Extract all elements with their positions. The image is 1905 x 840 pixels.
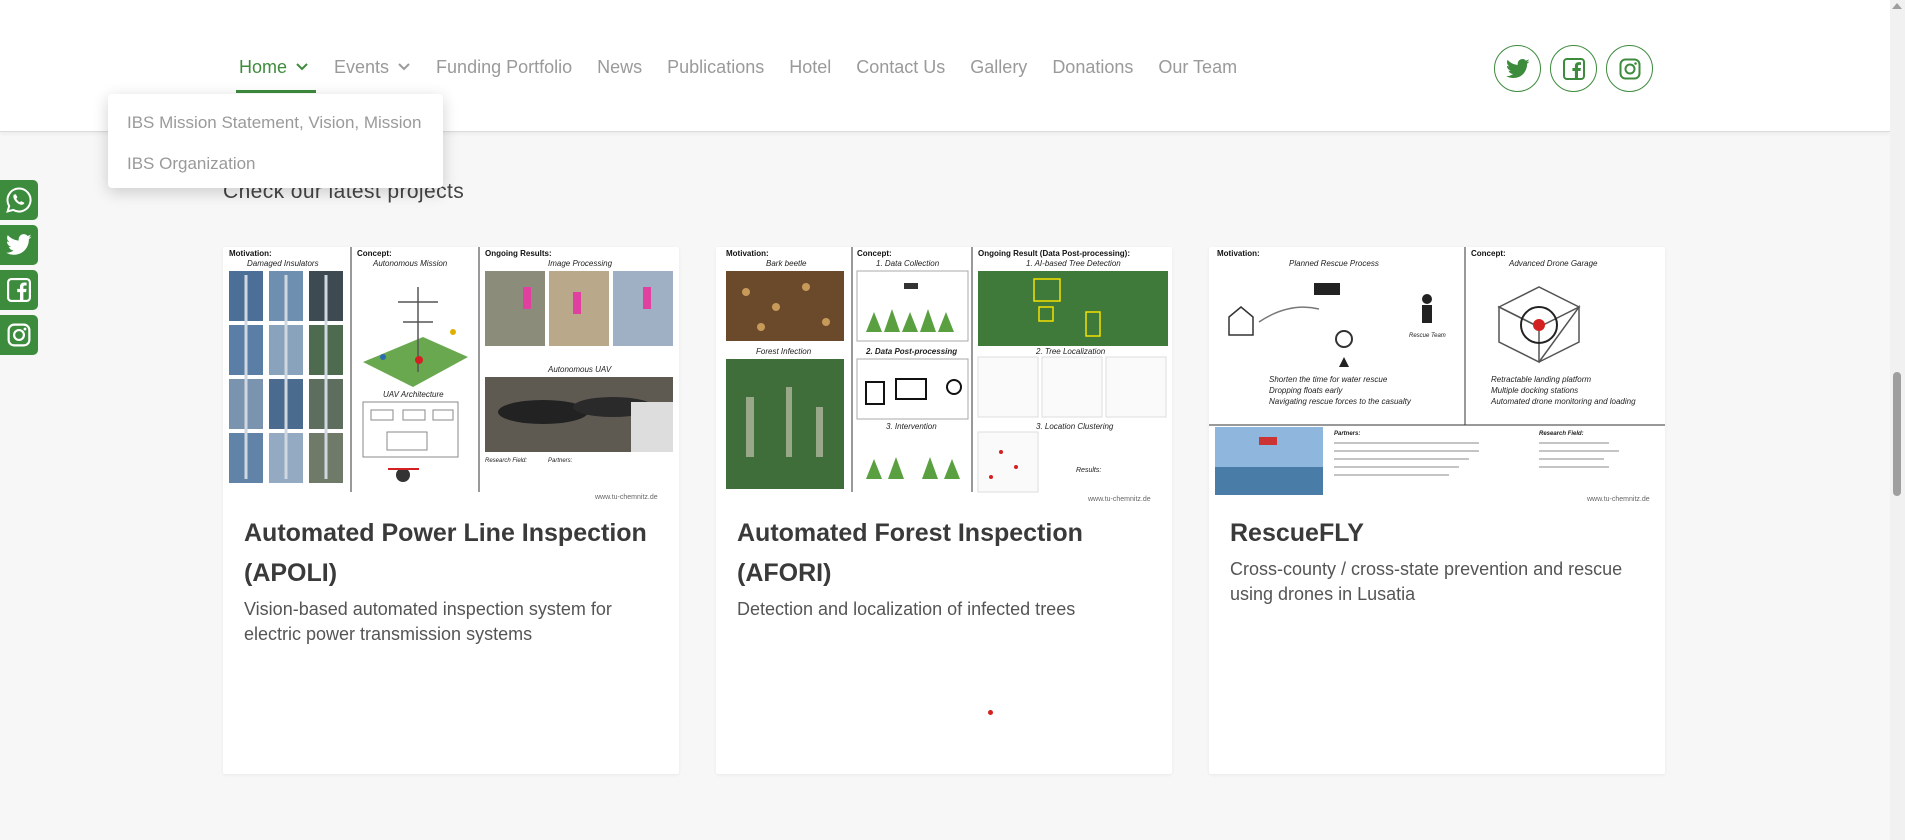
side-instagram-button[interactable] [0,315,38,355]
nav-item-label: Events [334,56,390,77]
project-card-rescuefly[interactable]: Motivation: Concept: Planned Rescue Proc… [1209,247,1665,774]
image-label: Motivation: [726,249,769,258]
instagram-icon [7,323,31,347]
image-label: Multiple docking stations [1491,386,1578,395]
project-image-rescuefly[interactable]: Motivation: Concept: Planned Rescue Proc… [1209,247,1665,504]
project-card-afori[interactable]: Motivation: Concept: Ongoing Result (Dat… [716,247,1172,774]
nav-item-label: Hotel [789,56,832,77]
image-footer: www.tu-chemnitz.de [594,494,658,501]
nav-item-label: Home [239,56,288,77]
image-footer: www.tu-chemnitz.de [1586,496,1650,503]
nav-item-label: Our Team [1158,56,1238,77]
card-description: Detection and localization of infected t… [737,599,1076,619]
image-label: Concept: [357,249,392,258]
image-label: Dropping floats early [1269,386,1343,395]
card-title[interactable]: Automated Power Line Inspection (APOLI) [244,513,664,593]
project-image-apoli[interactable]: Motivation: Concept: Ongoing Results: Da… [223,247,679,504]
nav-item-label: Donations [1052,56,1134,77]
nav-item-hotel[interactable]: Hotel [789,52,831,82]
nav-item-label: Gallery [970,56,1028,77]
nav-item-label: Funding Portfolio [436,56,573,77]
project-image-afori[interactable]: Motivation: Concept: Ongoing Result (Dat… [716,247,1172,504]
card-title[interactable]: RescueFLY [1230,513,1650,553]
instagram-icon [1619,58,1640,79]
image-label: 1. AI-based Tree Detection [1026,259,1121,268]
instagram-button[interactable] [1606,45,1653,92]
image-label: Damaged Insulators [247,259,319,268]
image-label: Ongoing Results: [485,249,552,258]
image-label: UAV Architecture [383,390,444,399]
nav-item-gallery[interactable]: Gallery [970,52,1027,82]
facebook-button[interactable] [1550,45,1597,92]
image-label: Ongoing Result (Data Post-processing): [978,249,1130,258]
nav-item-funding-portfolio[interactable]: Funding Portfolio [436,52,572,82]
project-card-apoli[interactable]: Motivation: Concept: Ongoing Results: Da… [223,247,679,774]
image-label: Motivation: [1217,249,1260,258]
image-label: Rescue Team [1409,333,1446,339]
nav-item-our-team[interactable]: Our Team [1158,52,1237,82]
nav-item-label: Publications [667,56,765,77]
scrollbar-thumb[interactable] [1893,372,1901,496]
whatsapp-button[interactable] [0,180,38,220]
image-label: Advanced Drone Garage [1508,259,1598,268]
image-label: 1. Data Collection [876,259,940,268]
main-nav: Home Events Funding Portfolio News Publi… [239,52,1262,82]
nav-item-events[interactable]: Events [334,52,411,82]
nav-item-donations[interactable]: Donations [1052,52,1133,82]
image-label: Planned Rescue Process [1289,259,1379,268]
twitter-icon [1505,58,1530,78]
loading-indicator-dot [988,710,993,715]
card-title[interactable]: Automated Forest Inspection (AFORI) [737,513,1157,593]
home-dropdown-menu: IBS Mission Statement, Vision, Mission I… [108,94,443,188]
nav-item-home[interactable]: Home [239,52,309,82]
header-social-links [1494,45,1662,92]
dropdown-item-mission-statement[interactable]: IBS Mission Statement, Vision, Mission [108,108,443,149]
whatsapp-icon [6,187,32,213]
card-description: Vision-based automated inspection system… [244,599,612,644]
twitter-button[interactable] [1494,45,1541,92]
image-label: Bark beetle [766,259,807,268]
side-social-bar [0,180,38,360]
image-label: Forest Infection [756,347,812,356]
nav-item-publications[interactable]: Publications [667,52,764,82]
image-label: Shorten the time for water rescue [1269,375,1388,384]
image-label: Image Processing [548,259,613,268]
facebook-icon [1562,57,1585,80]
twitter-icon [6,234,32,255]
image-label: 3. Location Clustering [1036,422,1114,431]
dropdown-item-organization[interactable]: IBS Organization [108,149,443,190]
side-twitter-button[interactable] [0,225,38,265]
image-label: Automated drone monitoring and loading [1490,397,1636,406]
image-label: Partners: [548,458,573,464]
nav-item-contact-us[interactable]: Contact Us [856,52,945,82]
image-footer: www.tu-chemnitz.de [1087,496,1151,503]
image-label: 2. Tree Localization [1035,347,1106,356]
image-label: Concept: [857,249,892,258]
nav-item-label: Contact Us [856,56,946,77]
image-label: Autonomous Mission [372,259,448,268]
image-label: 3. Intervention [886,422,937,431]
nav-item-news[interactable]: News [597,52,642,82]
image-label: 2. Data Post-processing [865,347,957,356]
image-label: Retractable landing platform [1491,375,1591,384]
side-facebook-button[interactable] [0,270,38,310]
image-label: Navigating rescue forces to the casualty [1269,397,1412,406]
scroll-up-arrow-icon[interactable] [1892,3,1902,9]
image-label: Research Field: [485,458,527,464]
facebook-icon [7,278,31,302]
image-label: Partners: [1334,431,1360,437]
image-label: Concept: [1471,249,1506,258]
chevron-down-icon [398,63,410,71]
image-label: Autonomous UAV [547,365,612,374]
nav-item-label: News [597,56,643,77]
image-label: Research Field: [1539,431,1584,437]
chevron-down-icon [296,63,308,71]
image-label: Motivation: [229,249,272,258]
active-nav-underline [236,90,316,93]
card-description: Cross-county / cross-state prevention an… [1230,559,1623,604]
image-label: Results: [1076,467,1101,474]
